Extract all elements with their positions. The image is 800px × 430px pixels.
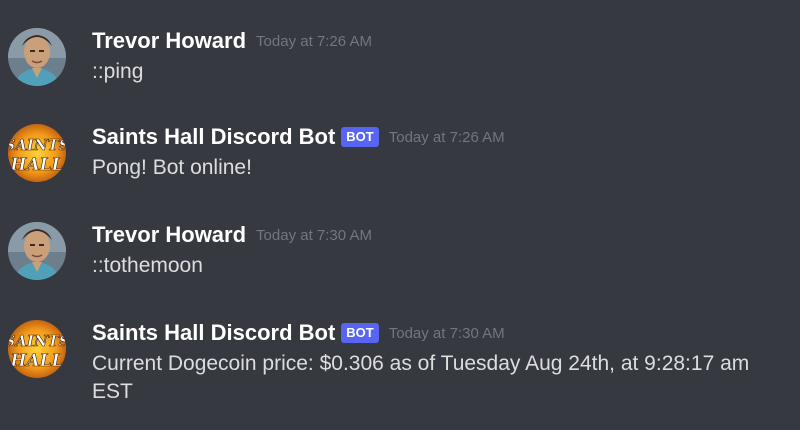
message-header: Saints Hall Discord Bot BOT Today at 7:26 … (92, 124, 505, 151)
svg-text:HALL: HALL (9, 351, 63, 371)
chat-message-list: Trevor HowardToday at 7:26 AM ::ping SAI… (0, 0, 800, 430)
chat-message: Trevor Howard Today at 7:30 AM ::tothemoo… (0, 222, 800, 292)
message-timestamp: Today at 7:26 AM (256, 33, 372, 50)
avatar[interactable]: SAINTS HALL (8, 124, 66, 182)
svg-text:SAINTS: SAINTS (8, 136, 66, 154)
message-timestamp: Today at 7:26 AM (388, 129, 505, 146)
message-header: Trevor Howard Today at 7:30 AM (92, 222, 372, 249)
message-timestamp: Today at 7:30 AM (256, 227, 372, 244)
avatar[interactable] (8, 222, 66, 280)
author-name[interactable]: Trevor Howard (92, 28, 246, 53)
message-header: Trevor Howard Today at 7:26 AM (92, 28, 372, 55)
author-name[interactable]: Trevor Howard (92, 222, 246, 247)
saints-hall-logo-icon: SAINTS HALL (8, 320, 66, 378)
user-portrait-icon (8, 28, 66, 86)
saints-hall-logo-icon: SAINTS HALL (8, 124, 66, 182)
svg-text:HALL: HALL (9, 155, 63, 175)
chat-message: SAINTS HALL Saints Hall Discord Bot BOT To… (0, 124, 800, 194)
message-content: Current Dogecoin price: $0.306 as of Tue… (92, 352, 750, 403)
avatar[interactable] (8, 28, 66, 86)
author-name[interactable]: Saints Hall Discord Bot (92, 124, 335, 149)
message-content: Pong! Bot online! (92, 156, 252, 179)
user-portrait-icon (8, 222, 66, 280)
message-content: ::tothemoon (92, 254, 203, 277)
avatar[interactable]: SAINTS HALL (8, 320, 66, 378)
bot-badge: BOT (341, 127, 379, 147)
message-content: ::ping (92, 60, 144, 83)
message-timestamp: Today at 7:30 AM (388, 325, 505, 342)
message-header: Saints Hall Discord Bot BOT Today at 7:30 … (92, 320, 505, 347)
author-name[interactable]: Saints Hall Discord Bot (92, 320, 335, 345)
chat-message: Trevor Howard Today at 7:26 AM ::ping (0, 28, 800, 98)
svg-text:SAINTS: SAINTS (8, 332, 66, 350)
bot-badge: BOT (341, 323, 379, 343)
chat-message: SAINTS HALL Saints Hall Discord Bot BOT To… (0, 320, 800, 420)
